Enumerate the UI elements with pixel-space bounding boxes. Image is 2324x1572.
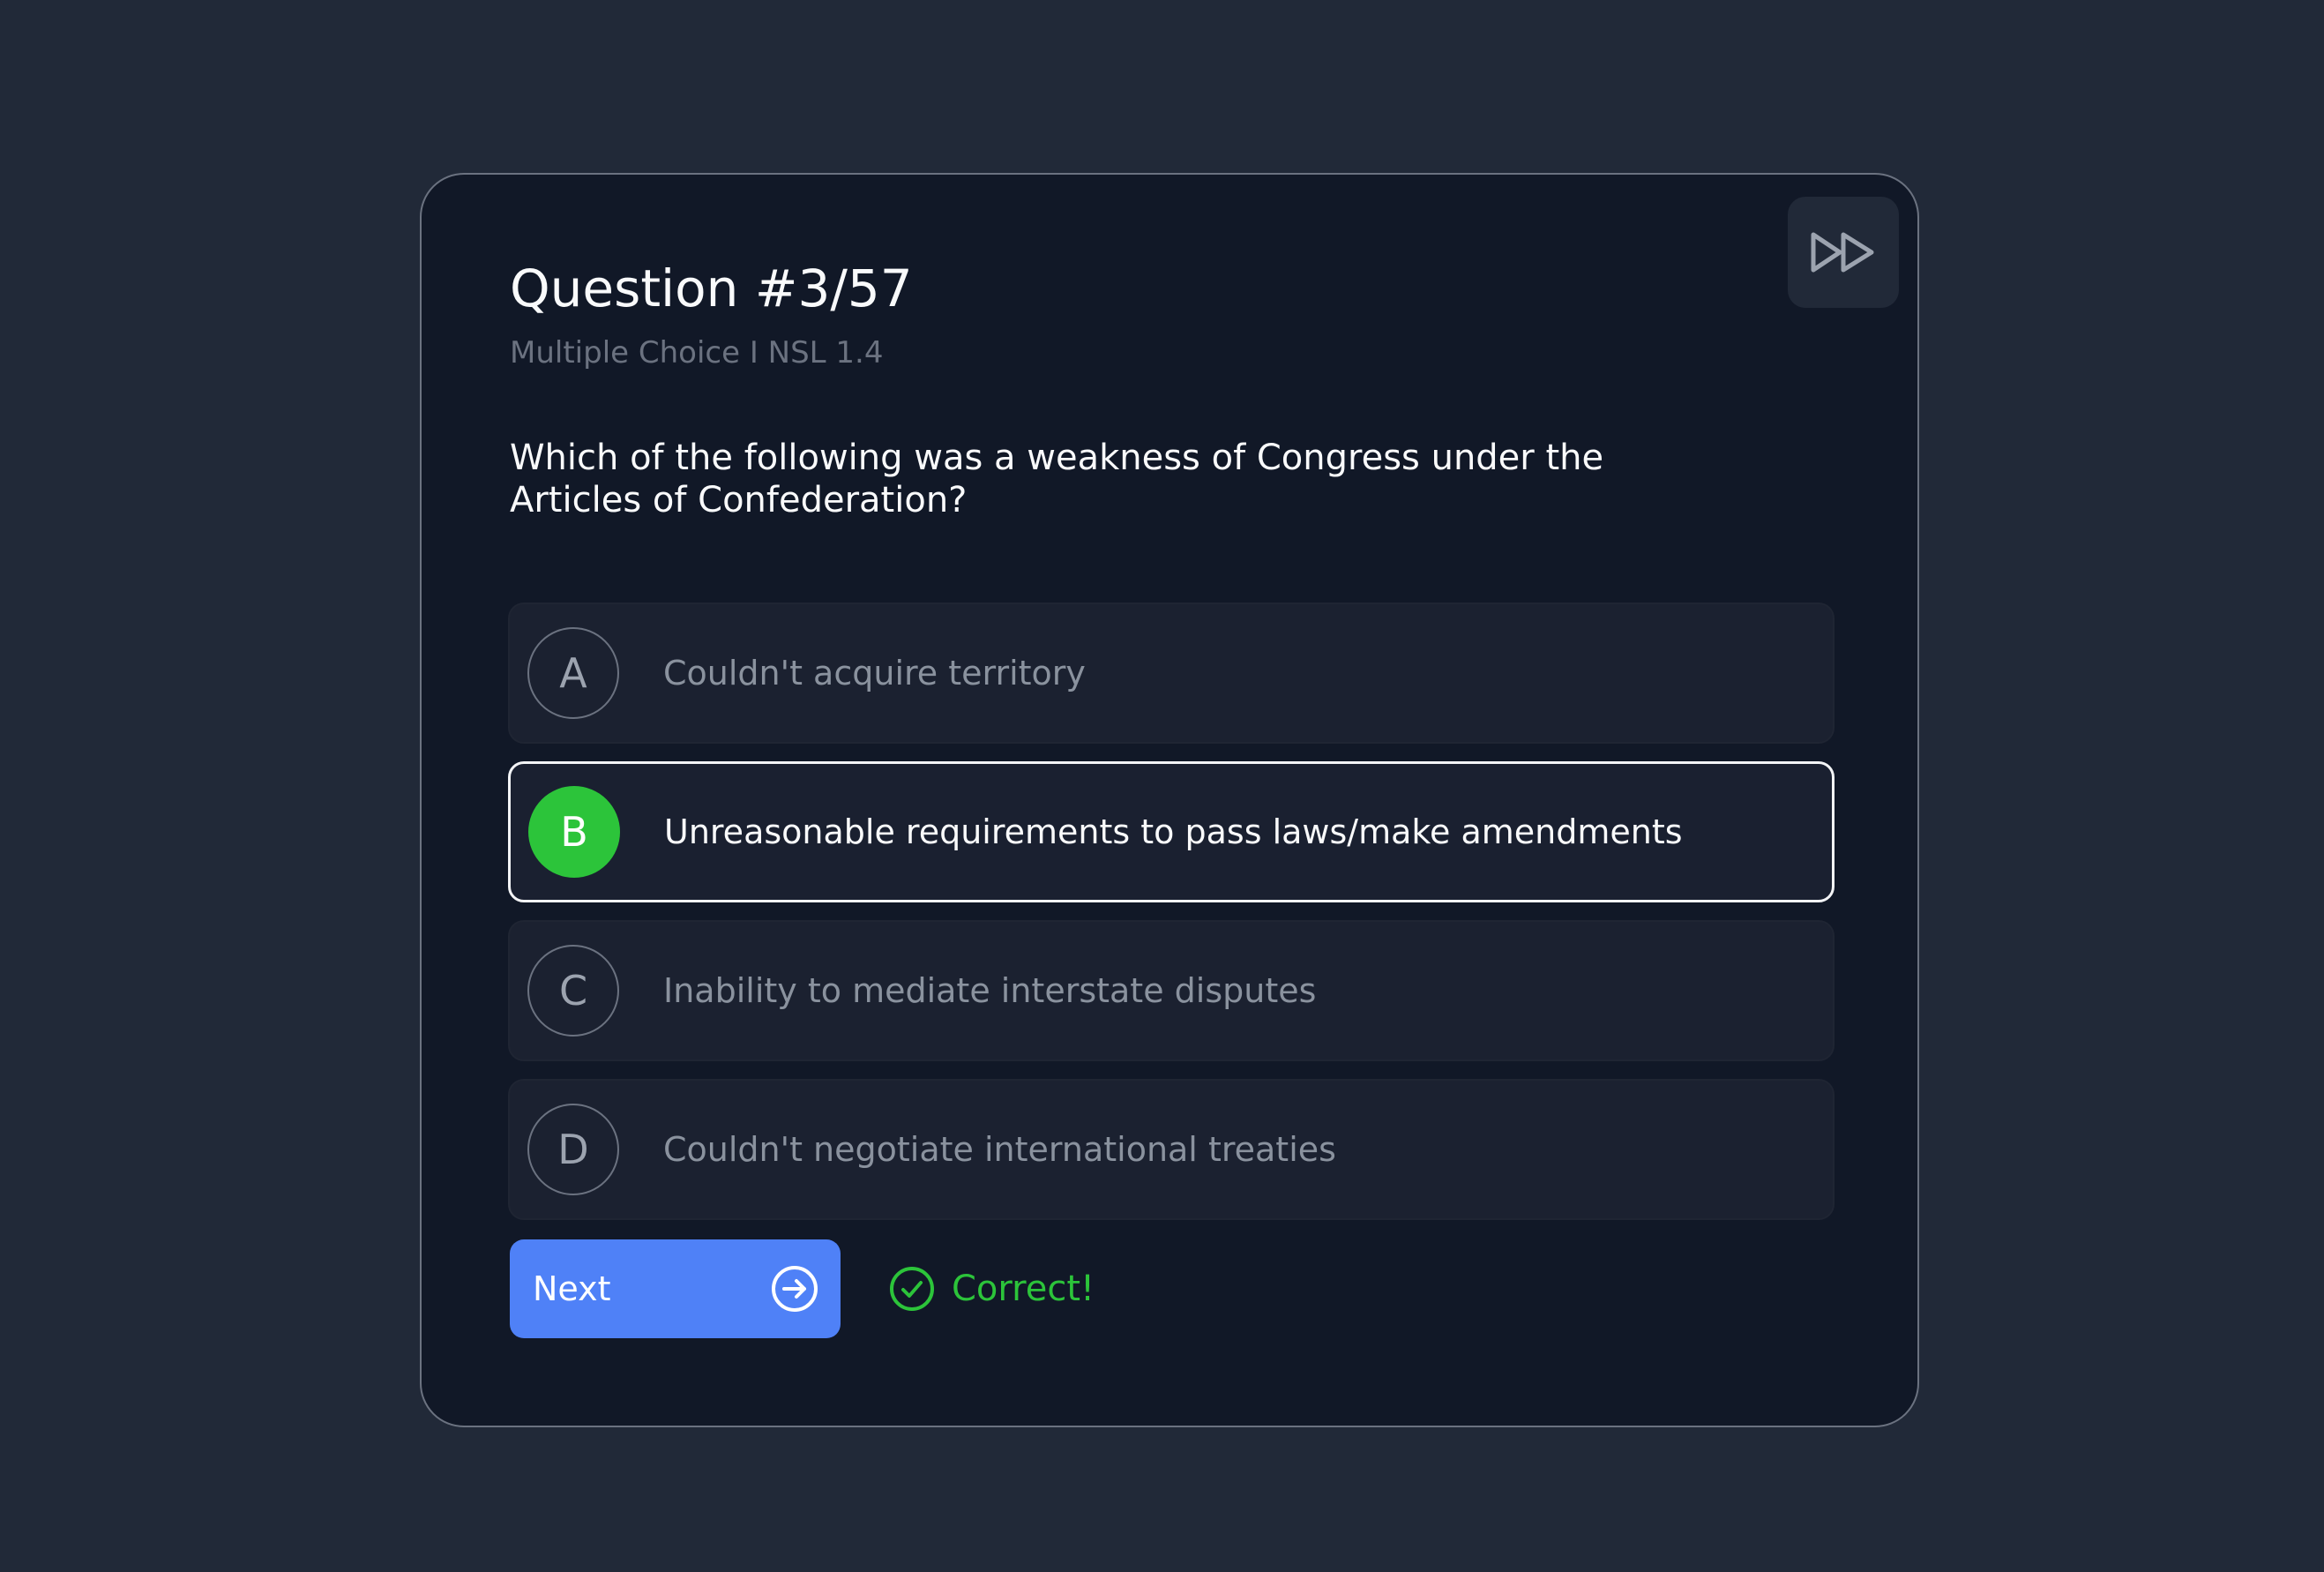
skip-button[interactable] xyxy=(1788,197,1899,308)
option-letter-badge: A xyxy=(527,627,619,719)
option-letter-badge: B xyxy=(528,786,620,878)
option-letter-badge: D xyxy=(527,1104,619,1195)
feedback-text: Correct! xyxy=(952,1269,1095,1309)
option-c[interactable]: C Inability to mediate interstate disput… xyxy=(508,920,1835,1061)
option-b[interactable]: B Unreasonable requirements to pass laws… xyxy=(508,761,1835,902)
quiz-card: Question #3/57 Multiple Choice I NSL 1.4… xyxy=(420,173,1919,1427)
option-d[interactable]: D Couldn't negotiate international treat… xyxy=(508,1079,1835,1220)
check-circle-icon xyxy=(890,1267,934,1311)
option-text: Couldn't negotiate international treatie… xyxy=(663,1130,1336,1169)
option-text: Unreasonable requirements to pass laws/m… xyxy=(664,812,1683,851)
next-button-label: Next xyxy=(533,1269,611,1308)
arrow-right-circle-icon xyxy=(772,1266,818,1312)
option-text: Inability to mediate interstate disputes xyxy=(663,971,1317,1010)
question-subtitle: Multiple Choice I NSL 1.4 xyxy=(510,335,884,371)
answer-feedback: Correct! xyxy=(888,1264,1095,1314)
fast-forward-icon xyxy=(1811,232,1874,273)
next-button[interactable]: Next xyxy=(510,1239,841,1338)
option-text: Couldn't acquire territory xyxy=(663,654,1086,692)
option-a[interactable]: A Couldn't acquire territory xyxy=(508,603,1835,744)
question-text: Which of the following was a weakness of… xyxy=(510,438,1604,520)
option-letter-badge: C xyxy=(527,945,619,1037)
question-title: Question #3/57 xyxy=(510,258,913,318)
